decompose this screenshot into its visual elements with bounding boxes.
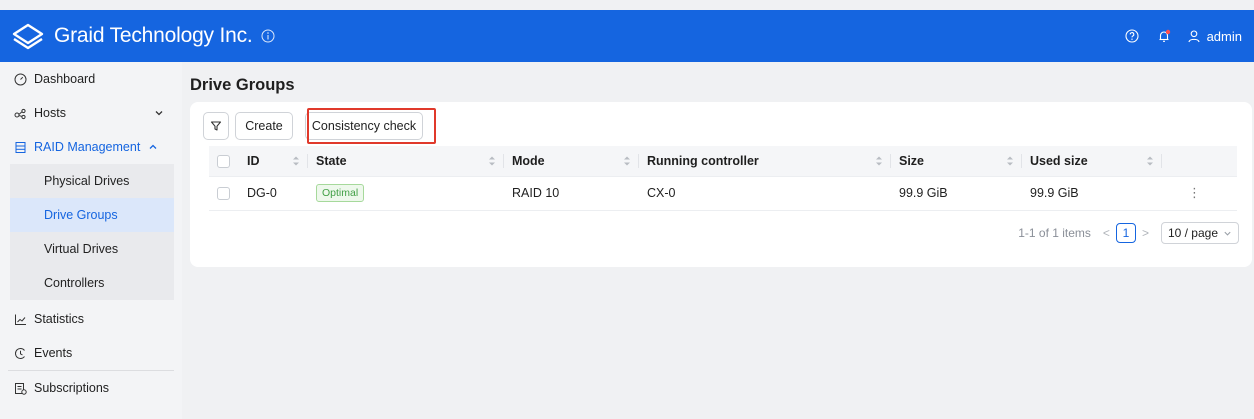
column-header-label: Size	[899, 153, 925, 168]
column-header-size[interactable]: Size	[891, 146, 1022, 177]
raid-icon	[15, 141, 26, 153]
page-button-current[interactable]: 1	[1115, 223, 1136, 243]
sidebar-item-subscriptions[interactable]: Subscriptions	[0, 371, 182, 405]
sidebar-item-events[interactable]: Events	[0, 336, 182, 370]
sort-icon[interactable]	[875, 155, 883, 167]
sidebar-item-label: Statistics	[34, 312, 85, 326]
sidebar-subitem-drive-groups[interactable]: Drive Groups	[10, 198, 174, 232]
sort-icon[interactable]	[488, 155, 496, 167]
user-name[interactable]: admin	[1207, 29, 1242, 44]
sidebar-subitem-label: Drive Groups	[44, 208, 118, 222]
sidebar: Dashboard Hosts RAID Management Physical…	[0, 62, 182, 419]
sort-icon[interactable]	[1006, 155, 1014, 167]
table-row[interactable]: DG-0 Optimal RAID 10 CX-0 99.9 GiB 99.9 …	[209, 176, 1237, 211]
cell-used-size: 99.9 GiB	[1022, 176, 1162, 211]
user-icon[interactable]	[1187, 29, 1201, 43]
chevron-up-icon	[149, 144, 157, 149]
dashboard-icon	[14, 73, 27, 85]
graid-logo-icon	[12, 23, 44, 50]
table-toolbar: Create Consistency check	[203, 108, 436, 144]
hosts-icon	[14, 108, 26, 119]
consistency-check-button[interactable]: Consistency check	[305, 112, 423, 140]
sidebar-subitem-label: Controllers	[44, 276, 105, 290]
create-button[interactable]: Create	[235, 112, 293, 140]
page-size-value: 10 / page	[1167, 226, 1218, 240]
select-all-cell	[209, 146, 239, 177]
sidebar-item-label: Subscriptions	[34, 381, 110, 395]
column-header-label: Running controller	[647, 153, 759, 168]
cell-actions: ⋮	[1162, 176, 1237, 211]
more-actions-icon[interactable]: ⋮	[1188, 185, 1201, 200]
brand[interactable]: Graid Technology Inc.	[0, 19, 275, 53]
column-header-label: Mode	[512, 153, 545, 168]
sort-icon[interactable]	[1146, 155, 1154, 167]
sidebar-item-statistics[interactable]: Statistics	[0, 302, 182, 336]
drive-groups-table: ID State Mode Running controller Size Us…	[209, 146, 1237, 211]
sidebar-item-label: Events	[34, 346, 73, 360]
filter-button[interactable]	[203, 112, 229, 140]
sidebar-subitem-label: Virtual Drives	[44, 242, 119, 256]
chart-icon	[15, 314, 26, 325]
top-bar: Graid Technology Inc. admin	[0, 10, 1254, 62]
sidebar-subitem-physical-drives[interactable]: Physical Drives	[10, 164, 174, 198]
column-header-mode[interactable]: Mode	[504, 146, 639, 177]
sidebar-item-label: RAID Management	[34, 140, 141, 154]
subscriptions-icon	[15, 382, 27, 395]
page-size-select[interactable]: 10 / page	[1160, 222, 1239, 244]
prev-page-icon[interactable]: <	[1103, 226, 1110, 240]
column-header-id[interactable]: ID	[239, 146, 308, 177]
sidebar-item-dashboard[interactable]: Dashboard	[0, 62, 182, 96]
sidebar-item-hosts[interactable]: Hosts	[0, 96, 182, 130]
sidebar-item-label: Hosts	[34, 106, 66, 120]
status-badge: Optimal	[316, 184, 365, 202]
info-icon[interactable]	[261, 29, 275, 43]
brand-name: Graid Technology Inc.	[54, 24, 253, 47]
chevron-down-icon	[1224, 231, 1231, 236]
sidebar-subitem-controllers[interactable]: Controllers	[10, 266, 174, 300]
sort-icon[interactable]	[292, 155, 300, 167]
column-header-used-size[interactable]: Used size	[1022, 146, 1162, 177]
column-header-label: Used size	[1030, 153, 1088, 168]
cell-state: Optimal	[308, 176, 504, 211]
sort-icon[interactable]	[623, 155, 631, 167]
table-header-row: ID State Mode Running controller Size Us…	[209, 146, 1237, 177]
next-page-icon[interactable]: >	[1142, 226, 1149, 240]
sidebar-subitem-label: Physical Drives	[44, 174, 130, 188]
sidebar-item-raid-management[interactable]: RAID Management	[0, 130, 182, 164]
cell-mode: RAID 10	[504, 176, 639, 211]
filter-icon	[210, 121, 222, 131]
sidebar-item-label: Dashboard	[34, 72, 96, 86]
column-header-label: State	[316, 153, 347, 168]
cell-size: 99.9 GiB	[891, 176, 1022, 211]
column-header-running-controller[interactable]: Running controller	[639, 146, 891, 177]
column-header-state[interactable]: State	[308, 146, 504, 177]
top-right-actions: admin	[1107, 29, 1254, 44]
column-header-actions	[1162, 146, 1237, 177]
help-icon[interactable]	[1125, 29, 1139, 43]
main-content: Drive Groups Create Consistency check ID…	[182, 62, 1254, 419]
row-checkbox[interactable]	[217, 187, 230, 201]
chevron-down-icon	[155, 111, 163, 116]
cell-running-controller: CX-0	[639, 176, 891, 211]
row-select-cell	[209, 176, 239, 211]
column-header-label: ID	[247, 153, 260, 168]
cell-id: DG-0	[239, 176, 308, 211]
select-all-checkbox[interactable]	[217, 154, 230, 168]
page-title: Drive Groups	[190, 76, 295, 94]
events-icon	[15, 347, 25, 359]
notification-bell-icon[interactable]	[1157, 29, 1171, 43]
sidebar-subitem-virtual-drives[interactable]: Virtual Drives	[10, 232, 174, 266]
pagination: 1-1 of 1 items < 1 > 10 / page	[1018, 222, 1239, 244]
pagination-summary: 1-1 of 1 items	[1018, 226, 1091, 240]
drive-groups-card: Create Consistency check ID State Mode R…	[190, 102, 1252, 267]
